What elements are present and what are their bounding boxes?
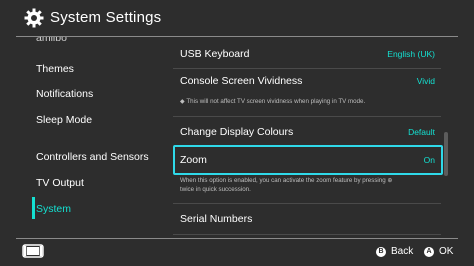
zoom-note-line-1: When this option is enabled, you can act… (180, 177, 393, 184)
sidebar-item-sleep-mode[interactable]: Sleep Mode (36, 114, 92, 126)
sidebar-selection-indicator (32, 197, 35, 219)
usb-keyboard-row[interactable]: USB Keyboard English (UK) (173, 40, 441, 68)
divider (173, 116, 441, 117)
footer-divider (16, 238, 458, 239)
gear-icon (24, 8, 44, 28)
b-button-icon: B (376, 246, 386, 257)
zoom-note: When this option is enabled, you can act… (180, 176, 440, 194)
serial-numbers-row[interactable]: Serial Numbers (173, 205, 441, 233)
divider (173, 203, 441, 204)
console-icon (22, 244, 44, 258)
usb-keyboard-label: USB Keyboard (180, 48, 250, 60)
sidebar-item-amiibo[interactable]: amiibo (36, 37, 67, 44)
display-colours-value: Default (408, 127, 435, 137)
ok-button[interactable]: A OK (424, 246, 453, 257)
sidebar-item-tv-output[interactable]: TV Output (36, 177, 84, 189)
scrollbar-thumb[interactable] (444, 132, 448, 176)
vividness-value: Vivid (416, 76, 435, 86)
zoom-note-line-2: twice in quick succession. (180, 186, 251, 193)
display-colours-row[interactable]: Change Display Colours Default (173, 118, 441, 146)
sidebar-item-controllers-and-sensors[interactable]: Controllers and Sensors (36, 151, 149, 163)
settings-list: USB Keyboard English (UK) Console Screen… (173, 37, 445, 237)
sidebar-item-system[interactable]: System (36, 203, 71, 215)
header: System Settings (0, 0, 474, 36)
vividness-note: ◆ This will not affect TV screen vividne… (180, 98, 366, 105)
a-button-icon: A (424, 246, 434, 257)
vividness-label: Console Screen Vividness (180, 75, 303, 87)
back-button[interactable]: B Back (376, 246, 413, 257)
page-title: System Settings (50, 9, 162, 26)
back-label: Back (391, 246, 414, 257)
sidebar: amiibo Themes Notifications Sleep Mode C… (16, 37, 156, 237)
ok-label: OK (439, 246, 454, 257)
serial-numbers-label: Serial Numbers (180, 213, 253, 225)
divider (173, 234, 441, 235)
zoom-value: On (423, 155, 435, 165)
vividness-row[interactable]: Console Screen Vividness Vivid (173, 67, 441, 95)
zoom-label: Zoom (180, 154, 207, 166)
sidebar-item-themes[interactable]: Themes (36, 63, 74, 75)
sidebar-item-notifications[interactable]: Notifications (36, 88, 93, 100)
display-colours-label: Change Display Colours (180, 126, 294, 138)
zoom-row[interactable]: Zoom On (173, 145, 441, 175)
usb-keyboard-value: English (UK) (387, 49, 435, 59)
